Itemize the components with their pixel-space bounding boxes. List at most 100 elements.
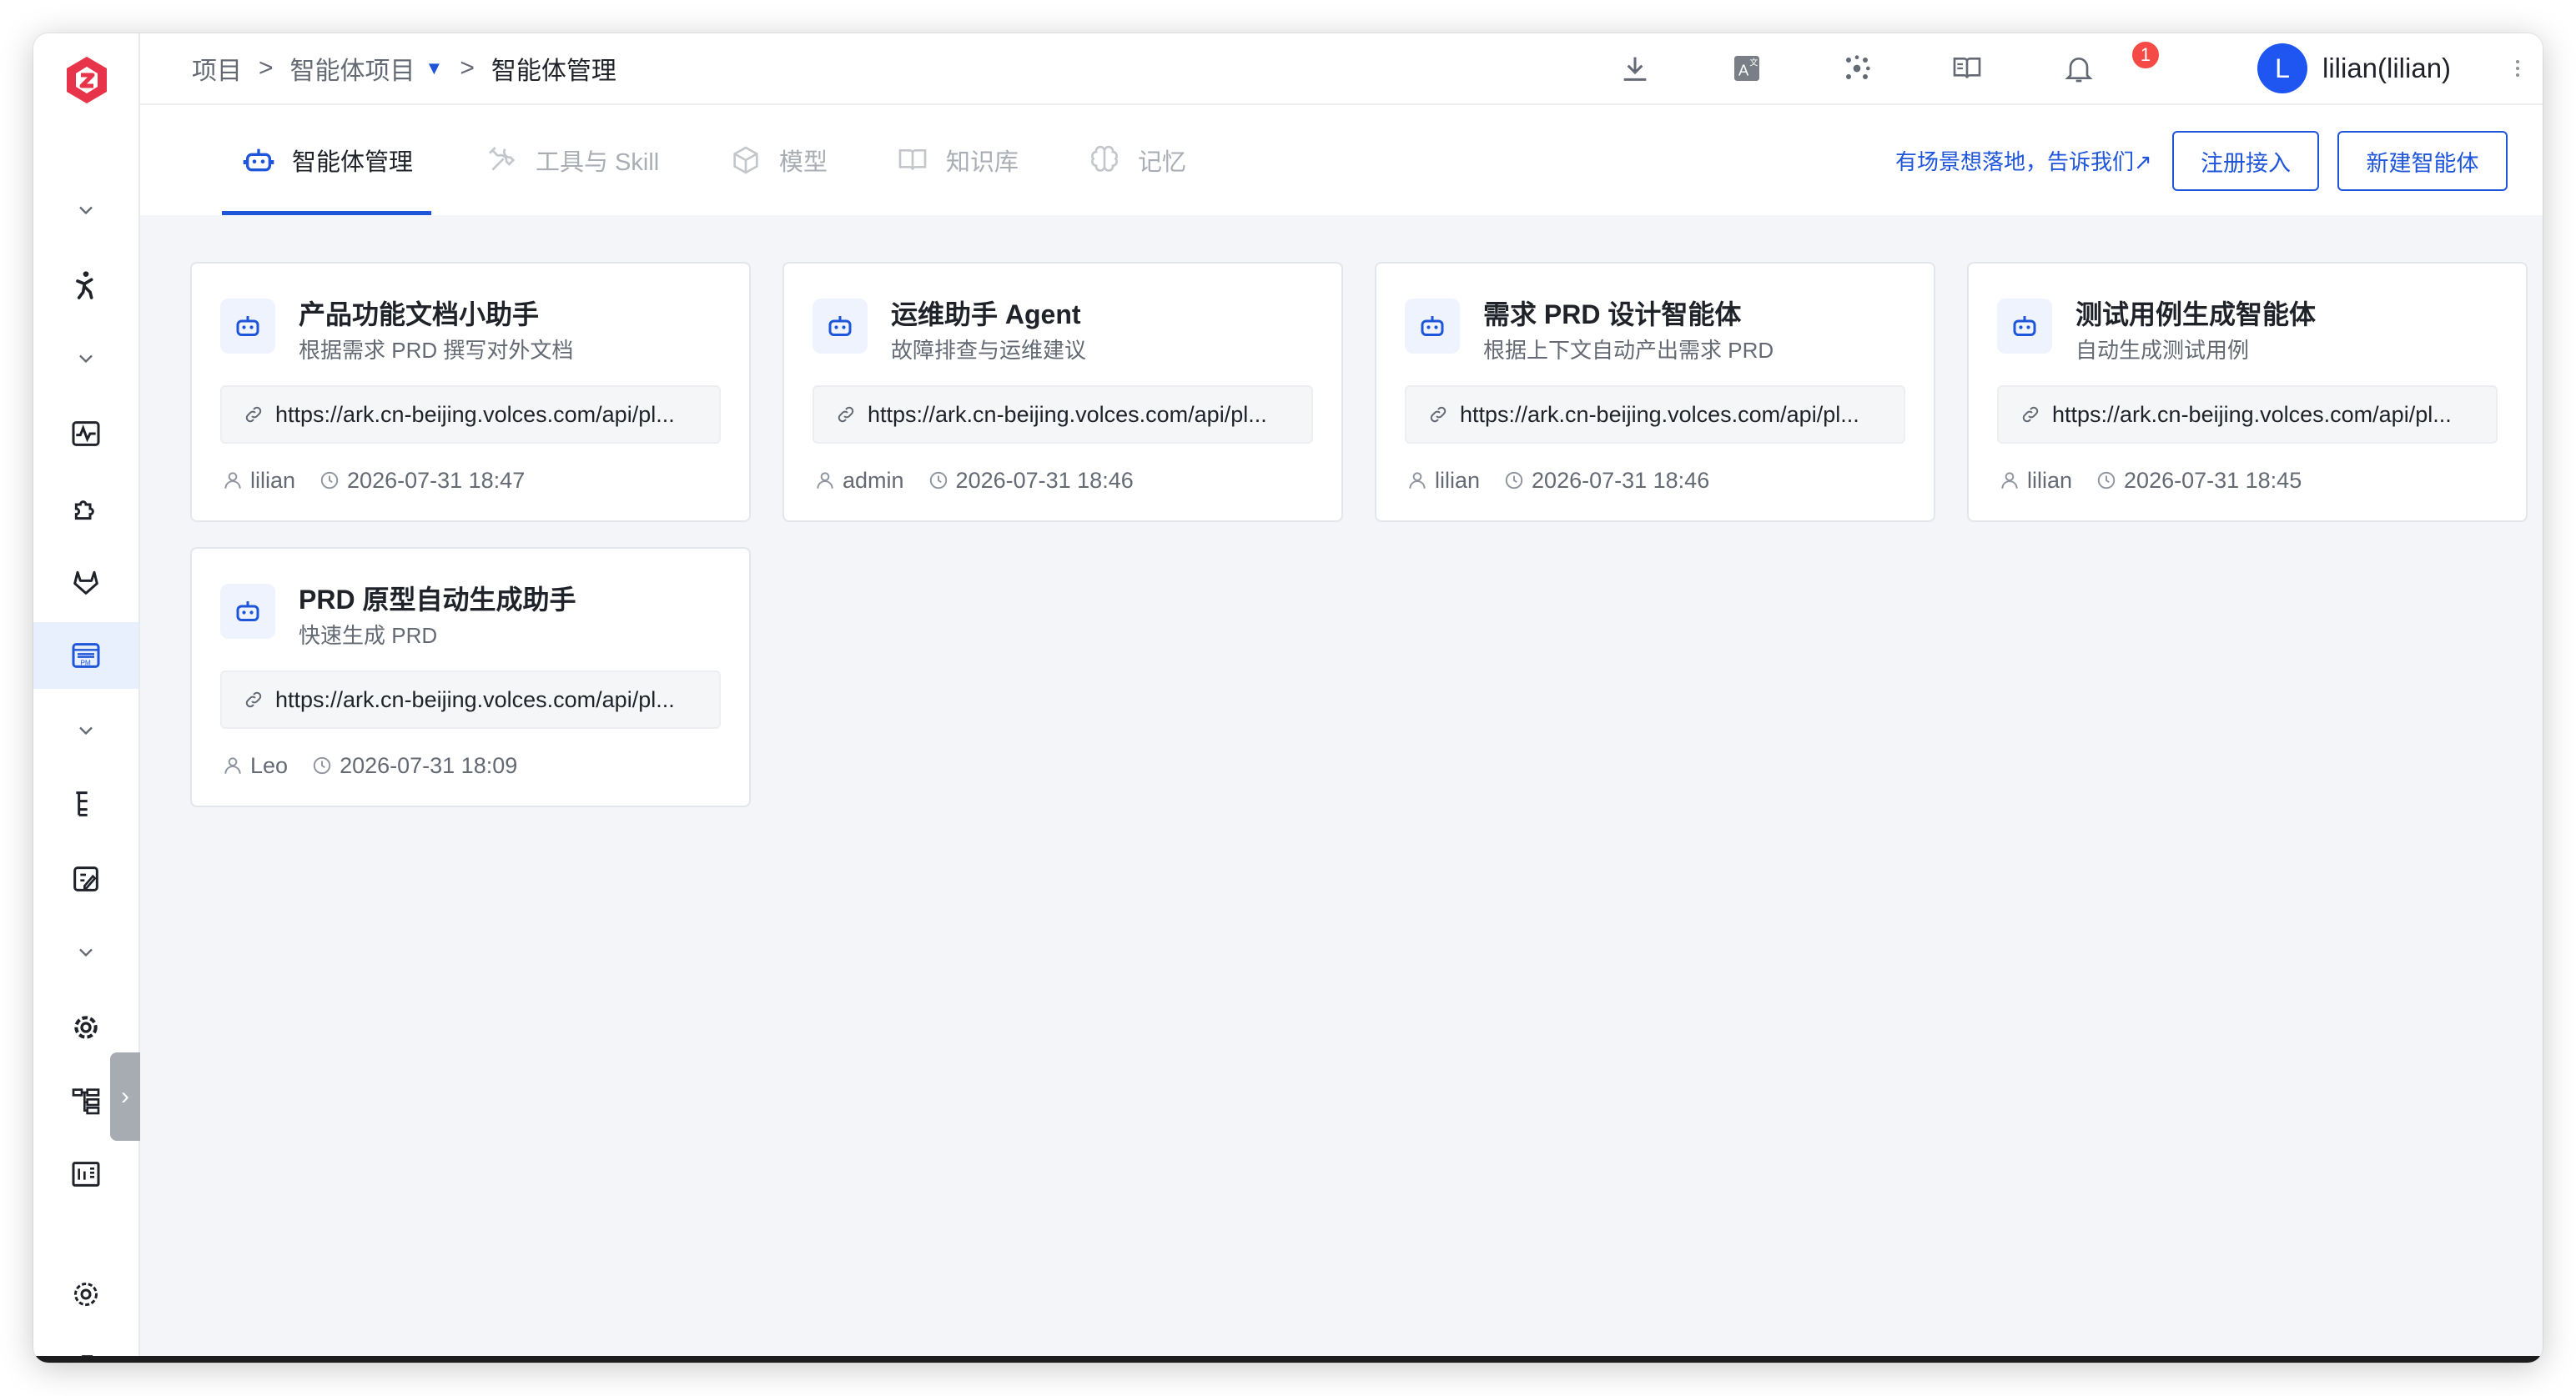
bell-icon: [2065, 58, 2093, 83]
url-text: https://ark.cn-beijing.volces.com/api/pl…: [2052, 401, 2452, 427]
svg-text:PM: PM: [80, 659, 91, 667]
feedback-link[interactable]: 有场景想落地，告诉我们↗: [1895, 105, 2152, 215]
pulse-chart-icon: [72, 421, 100, 446]
more-menu-button[interactable]: [2501, 52, 2534, 85]
breadcrumb-project[interactable]: 智能体项目: [290, 50, 415, 87]
chevron-down-icon: [79, 206, 93, 215]
tab-label: 记忆: [1138, 149, 1187, 176]
agent-timestamp: 2026-07-31 18:47: [347, 467, 526, 493]
agent-endpoint-url[interactable]: https://ark.cn-beijing.volces.com/api/pl…: [1405, 385, 1905, 444]
sidebar-item-figure[interactable]: [33, 252, 138, 319]
user-icon: [224, 472, 241, 489]
sidebar-item-gitlab[interactable]: [33, 549, 138, 615]
more-vertical-icon: [2515, 59, 2520, 78]
breadcrumb-root[interactable]: 项目: [192, 50, 242, 87]
agent-endpoint-url[interactable]: https://ark.cn-beijing.volces.com/api/pl…: [1997, 385, 2498, 444]
user-icon: [2001, 472, 2018, 489]
apps-button[interactable]: [1839, 50, 1875, 87]
download-icon: [1623, 57, 1647, 81]
user-icon: [817, 472, 833, 489]
sidebar-collapse-handle[interactable]: ›: [110, 1052, 140, 1141]
agent-card[interactable]: 测试用例生成智能体 自动生成测试用例 https://ark.cn-beijin…: [1967, 262, 2528, 522]
sidebar-item-notes[interactable]: [33, 846, 138, 912]
sidebar-item-plugins[interactable]: [33, 475, 138, 542]
agent-timestamp: 2026-07-31 18:45: [2124, 467, 2302, 493]
svg-text:文: 文: [1749, 58, 1758, 68]
brain-icon: [1091, 145, 1118, 172]
tab-label: 工具与 Skill: [536, 149, 660, 176]
agent-card[interactable]: 运维助手 Agent 故障排查与运维建议 https://ark.cn-beij…: [782, 262, 1343, 522]
tab-memory[interactable]: 记忆: [1088, 105, 1186, 215]
tab-label: 知识库: [946, 149, 1019, 176]
robot-icon: [813, 299, 868, 354]
agent-timestamp: 2026-07-31 18:46: [955, 467, 1134, 493]
agent-card[interactable]: 产品功能文档小助手 根据需求 PRD 撰写对外文档 https://ark.cn…: [190, 262, 751, 522]
chevron-down-icon: [79, 726, 93, 736]
book-open-icon: [1953, 58, 1981, 78]
sidebar-group-toggle[interactable]: [33, 325, 138, 392]
agent-description: 故障排查与运维建议: [891, 338, 1087, 363]
tab-label: 模型: [779, 149, 828, 176]
download-button[interactable]: [1617, 50, 1653, 87]
tab-knowledge-base[interactable]: 知识库: [896, 105, 1019, 215]
breadcrumb-separator: >: [259, 54, 274, 82]
book-icon: [898, 149, 927, 170]
link-icon: [245, 691, 262, 708]
agent-description: 根据上下文自动产出需求 PRD: [1483, 338, 1774, 363]
translate-button[interactable]: A文: [1728, 50, 1765, 87]
agent-meta: Leo 2026-07-31 18:09: [222, 749, 517, 782]
breadcrumb: 项目 > 智能体项目 ▼ > 智能体管理: [192, 33, 616, 103]
window-bottom-edge: [33, 1356, 2543, 1363]
agent-meta: admin 2026-07-31 18:46: [814, 464, 1134, 497]
tab-tools-skill[interactable]: 工具与 Skill: [486, 105, 659, 215]
sidebar-item-grafana[interactable]: [33, 994, 138, 1061]
agent-timestamp: 2026-07-31 18:46: [1532, 467, 1710, 493]
sidebar-item-settings[interactable]: [33, 1261, 138, 1328]
docs-button[interactable]: [1949, 50, 1985, 87]
avatar[interactable]: L: [2257, 43, 2307, 93]
translate-icon: A文: [1734, 56, 1759, 81]
tree-structure-icon: [76, 791, 88, 816]
robot-icon: [220, 299, 275, 354]
agent-title: PRD 原型自动生成助手: [299, 585, 576, 615]
create-agent-button[interactable]: 新建智能体: [2337, 131, 2508, 191]
tab-agent-management[interactable]: 智能体管理: [221, 105, 432, 215]
sidebar-item-dashboard[interactable]: [33, 1141, 138, 1208]
agent-description: 自动生成测试用例: [2075, 338, 2250, 363]
tab-model[interactable]: 模型: [729, 105, 828, 215]
agent-endpoint-url[interactable]: https://ark.cn-beijing.volces.com/api/pl…: [813, 385, 1313, 444]
sidebar-group-toggle[interactable]: [33, 697, 138, 764]
register-button[interactable]: 注册接入: [2172, 131, 2319, 191]
agent-title: 产品功能文档小助手: [299, 299, 540, 329]
chevron-down-icon: [79, 354, 93, 364]
gear-icon: [74, 1283, 98, 1306]
agent-endpoint-url[interactable]: https://ark.cn-beijing.volces.com/api/pl…: [220, 385, 721, 444]
user-icon: [1409, 472, 1426, 489]
caret-down-icon[interactable]: ▼: [425, 58, 444, 79]
svg-text:A: A: [1738, 61, 1749, 78]
sidebar-group-toggle[interactable]: [33, 919, 138, 986]
app-logo[interactable]: [57, 50, 117, 110]
agent-endpoint-url[interactable]: https://ark.cn-beijing.volces.com/api/pl…: [220, 670, 721, 729]
agent-card[interactable]: PRD 原型自动生成助手 快速生成 PRD https://ark.cn-bei…: [190, 547, 751, 807]
running-figure-icon: [76, 271, 93, 299]
url-text: https://ark.cn-beijing.volces.com/api/pl…: [1460, 401, 1859, 427]
pm-window-icon: PM: [72, 643, 100, 668]
agent-card[interactable]: 需求 PRD 设计智能体 根据上下文自动产出需求 PRD https://ark…: [1375, 262, 1935, 522]
link-icon: [1430, 406, 1446, 423]
robot-icon: [220, 584, 275, 639]
breadcrumb-current: 智能体管理: [491, 58, 616, 85]
app-window: PM › 项目 > 智能体项目 ▼ > 智能体管理 A 文 1 L lilian…: [33, 33, 2543, 1363]
logo-icon: [67, 57, 107, 103]
user-name[interactable]: lilian(lilian): [2322, 33, 2451, 103]
agent-timestamp: 2026-07-31 18:09: [340, 752, 518, 778]
sidebar-item-monitor[interactable]: [33, 400, 138, 467]
notifications-button[interactable]: [2060, 50, 2097, 87]
sidebar-item-pm[interactable]: PM: [33, 622, 138, 689]
dashboard-icon: [72, 1162, 100, 1187]
chevron-right-icon: ›: [121, 1082, 129, 1110]
sidebar-group-toggle[interactable]: [33, 177, 138, 244]
user-icon: [224, 757, 241, 774]
robot-icon: [1997, 299, 2052, 354]
sidebar-item-tree[interactable]: [33, 771, 138, 837]
